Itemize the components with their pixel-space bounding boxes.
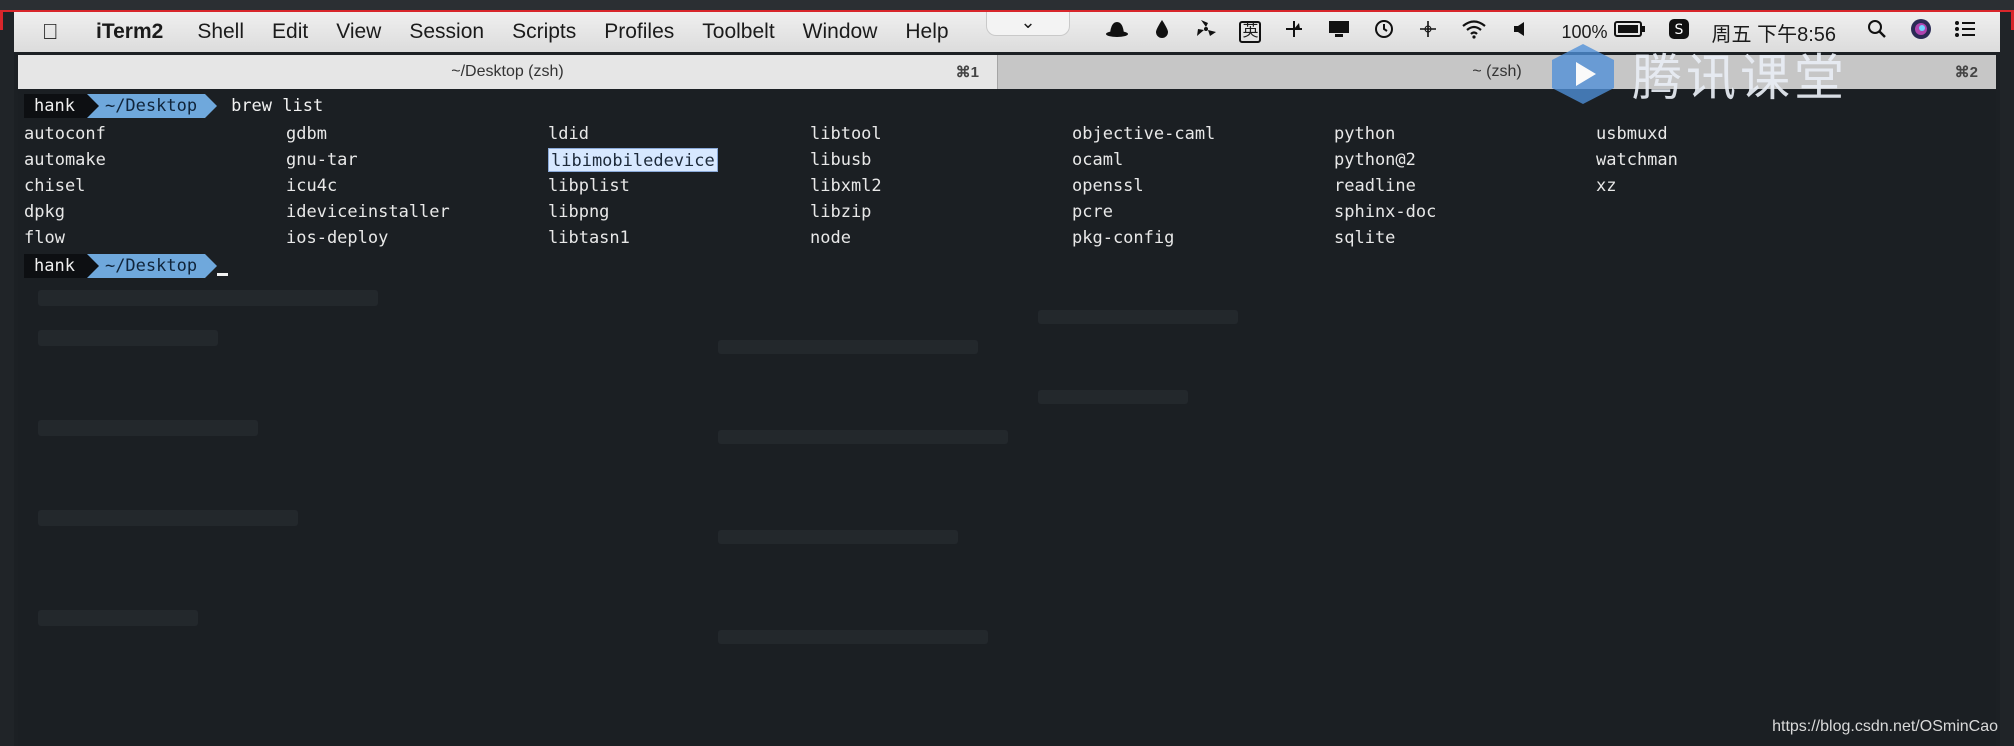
package-item: libusb — [810, 150, 872, 170]
background-ghost — [38, 330, 218, 346]
watermark-text: 腾讯课堂 — [1632, 49, 1848, 107]
display-icon[interactable] — [1327, 19, 1351, 45]
svg-text:S: S — [1674, 22, 1683, 38]
package-item: sqlite — [1334, 228, 1396, 248]
move-icon[interactable] — [1417, 19, 1439, 45]
package-item: ideviceinstaller — [286, 202, 450, 222]
terminal-view[interactable]: hank ~/Desktop brew list autoconf automak… — [18, 90, 1996, 746]
package-item: python — [1334, 124, 1396, 144]
tab-shortcut: ⌘1 — [955, 64, 979, 81]
background-ghost — [718, 340, 978, 354]
search-icon[interactable] — [1866, 19, 1888, 45]
menu-edit[interactable]: Edit — [272, 20, 308, 44]
menu-shell[interactable]: Shell — [197, 20, 244, 44]
prompt-user: hank — [24, 254, 87, 278]
prompt-directory: ~/Desktop — [86, 94, 218, 118]
fan-icon[interactable] — [1195, 19, 1217, 45]
menu-session[interactable]: Session — [409, 20, 484, 44]
package-item: ldid — [548, 124, 589, 144]
drop-icon[interactable] — [1151, 19, 1173, 45]
background-ghost — [38, 610, 198, 626]
package-item: python@2 — [1334, 150, 1416, 170]
shell-prompt: hank ~/Desktop — [24, 254, 229, 278]
shell-prompt: hank ~/Desktop brew list — [24, 94, 323, 118]
prompt-directory: ~/Desktop — [86, 254, 218, 278]
hat-icon[interactable] — [1105, 20, 1129, 44]
window-frame-left — [0, 10, 14, 746]
background-ghost — [1038, 390, 1188, 404]
package-item: libplist — [548, 176, 630, 196]
package-item: ocaml — [1072, 150, 1124, 170]
command-text: brew list — [231, 96, 324, 116]
window-frame-top — [0, 0, 2014, 10]
package-item: openssl — [1072, 176, 1144, 196]
package-item: ios-deploy — [286, 228, 389, 248]
background-ghost — [718, 630, 988, 644]
menu-profiles[interactable]: Profiles — [604, 20, 674, 44]
background-ghost — [1038, 310, 1238, 324]
package-item: gdbm — [286, 124, 327, 144]
chevron-down-icon[interactable]: ⌄ — [986, 12, 1070, 36]
package-item: icu4c — [286, 176, 338, 196]
pinwheel-icon[interactable] — [1283, 19, 1305, 45]
background-ghost — [38, 510, 298, 526]
package-item: objective-caml — [1072, 124, 1216, 144]
package-item: libimobiledevice — [548, 148, 718, 172]
package-item: flow — [24, 228, 65, 248]
recording-border — [0, 10, 3, 30]
time-machine-icon[interactable] — [1373, 18, 1395, 46]
package-item: libtool — [810, 124, 882, 144]
package-item: xz — [1596, 176, 1617, 196]
list-icon[interactable] — [1954, 20, 1976, 44]
package-item: gnu-tar — [286, 150, 358, 170]
package-item: libzip — [810, 202, 872, 222]
text-cursor — [217, 272, 229, 276]
background-ghost — [718, 430, 1008, 444]
window-frame-right — [2000, 10, 2014, 746]
package-item: sphinx-doc — [1334, 202, 1437, 222]
background-ghost — [718, 530, 958, 544]
package-item: dpkg — [24, 202, 65, 222]
package-item: node — [810, 228, 851, 248]
package-item: usbmuxd — [1596, 124, 1668, 144]
siri-icon[interactable] — [1910, 18, 1932, 46]
input-method-icon[interactable]: 英 — [1239, 21, 1262, 43]
background-ghost — [38, 290, 378, 306]
package-item: chisel — [24, 176, 86, 196]
volume-icon[interactable] — [1509, 20, 1531, 44]
package-item: autoconf — [24, 124, 106, 144]
package-item: libtasn1 — [548, 228, 630, 248]
menu-view[interactable]: View — [336, 20, 381, 44]
menu-iterm2[interactable]: iTerm2 — [96, 20, 163, 44]
menu-scripts[interactable]: Scripts — [512, 20, 576, 44]
tencent-classroom-watermark: 腾讯课堂 — [1548, 38, 1848, 110]
menu-help[interactable]: Help — [905, 20, 948, 44]
background-ghost — [38, 420, 258, 436]
prompt-user: hank — [24, 94, 87, 118]
package-item: watchman — [1596, 150, 1678, 170]
apple-logo-icon[interactable]:  — [42, 19, 84, 45]
wifi-icon[interactable] — [1461, 19, 1487, 45]
package-item: readline — [1334, 176, 1416, 196]
menu-window[interactable]: Window — [803, 20, 878, 44]
tab-shortcut: ⌘2 — [1954, 64, 1978, 81]
package-item: automake — [24, 150, 106, 170]
package-item: pkg-config — [1072, 228, 1175, 248]
play-logo-icon — [1552, 44, 1614, 104]
source-url: https://blog.csdn.net/OSminCao — [1772, 718, 1998, 735]
package-item: pcre — [1072, 202, 1113, 222]
package-item: libxml2 — [810, 176, 882, 196]
package-item: libpng — [548, 202, 610, 222]
menu-toolbelt[interactable]: Toolbelt — [702, 20, 774, 44]
tab-desktop-zsh[interactable]: ~/Desktop (zsh) ⌘1 — [18, 55, 998, 89]
tab-title: ~/Desktop (zsh) — [451, 63, 564, 80]
